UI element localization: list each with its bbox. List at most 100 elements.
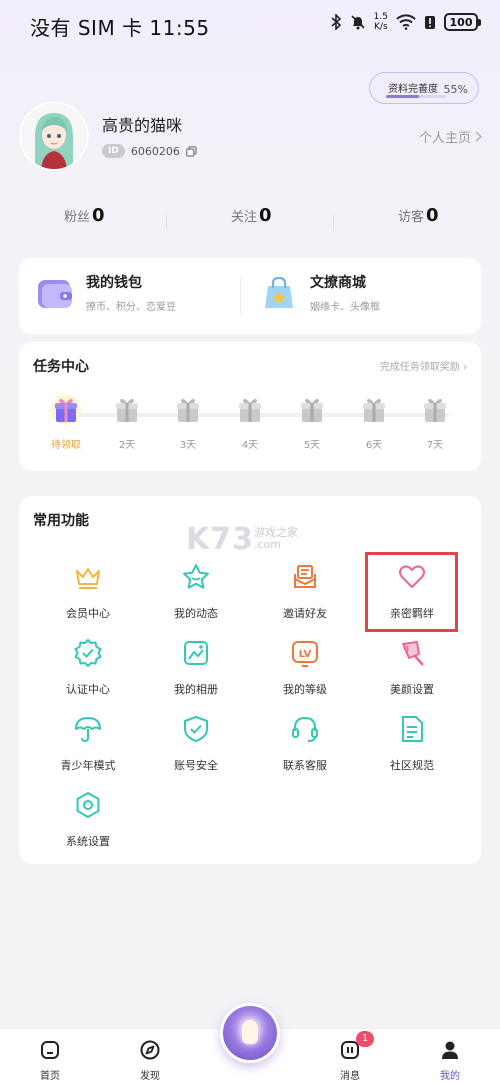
stat-value: 0 <box>259 205 272 226</box>
profile-completeness[interactable]: 资料完善度 55% <box>369 72 479 104</box>
umbrella-icon <box>75 717 101 743</box>
func-teen-mode[interactable]: 青少年模式 <box>38 714 138 773</box>
task-day-7[interactable]: 7天 <box>413 394 457 451</box>
func-beauty-settings[interactable]: 美颜设置 <box>362 638 462 697</box>
task-day-5[interactable]: 5天 <box>290 394 334 451</box>
func-label: 青少年模式 <box>60 759 116 772</box>
avatar[interactable] <box>19 101 89 171</box>
task-day-label: 3天 <box>179 440 197 451</box>
network-speed: 1.5 K/s <box>373 12 388 32</box>
func-label: 我的动态 <box>174 607 218 620</box>
battery-icon: 100 <box>444 13 481 31</box>
user-id: 6060206 <box>130 144 180 158</box>
nav-label: 消息 <box>340 1071 360 1082</box>
task-day-1[interactable]: 待领取 <box>44 394 88 451</box>
wallet-icon <box>38 279 72 308</box>
gift-active-icon <box>51 395 81 425</box>
compass-icon <box>140 1040 160 1060</box>
completeness-label: 资料完善度 <box>388 84 438 95</box>
nav-mine[interactable]: 我的 <box>420 1039 480 1082</box>
stat-fans[interactable]: 粉丝 0 <box>64 205 105 226</box>
wallet-entry[interactable]: 我的钱包 撩币、积分、恋爱豆 <box>36 272 176 313</box>
stat-visitors[interactable]: 访客 0 <box>398 205 439 226</box>
task-day-2[interactable]: 2天 <box>105 394 149 451</box>
gift-icon <box>301 398 323 422</box>
func-label: 我的相册 <box>174 683 218 696</box>
carrier-and-time: 没有 SIM 卡 11:55 <box>30 16 210 40</box>
func-community-rules[interactable]: 社区规范 <box>362 714 462 773</box>
chevron-right-icon <box>475 131 482 142</box>
completeness-progress-bar <box>386 95 446 98</box>
stat-divider <box>333 215 334 229</box>
document-icon <box>402 716 423 742</box>
task-link-label: 完成任务领取奖励 <box>379 362 460 373</box>
task-day-6[interactable]: 6天 <box>352 394 396 451</box>
nav-messages[interactable]: 消息 1 <box>320 1031 380 1082</box>
shield-check-icon <box>184 716 208 742</box>
copy-icon[interactable] <box>186 145 197 157</box>
highlight-annotation-box <box>365 552 458 632</box>
nav-discover[interactable]: 发现 <box>120 1039 180 1082</box>
mall-entry[interactable]: 文撩商城 姻缘卡、头像框 <box>260 272 380 313</box>
func-label: 会员中心 <box>66 607 110 620</box>
mute-bell-icon <box>351 15 365 30</box>
profile-homepage-link[interactable]: 个人主页 <box>419 127 482 146</box>
func-member-center[interactable]: 会员中心 <box>38 562 138 621</box>
task-day-label: 5天 <box>303 440 321 451</box>
stat-label: 关注 <box>231 210 258 225</box>
crown-icon <box>76 568 100 589</box>
completeness-progress-fill <box>386 95 419 98</box>
home-icon <box>41 1041 59 1059</box>
task-day-label: 6天 <box>365 440 383 451</box>
completeness-value: 55% <box>443 83 468 96</box>
headset-icon <box>292 716 318 742</box>
task-day-label: 7天 <box>426 440 444 451</box>
center-action-button[interactable] <box>220 1003 280 1063</box>
shopping-bag-icon <box>265 276 293 308</box>
func-label: 账号安全 <box>174 759 218 772</box>
func-account-security[interactable]: 账号安全 <box>146 714 246 773</box>
func-my-level[interactable]: LV 我的等级 <box>255 638 355 697</box>
stat-label: 访客 <box>398 210 425 225</box>
func-label: 邀请好友 <box>283 607 327 620</box>
gift-icon <box>363 398 385 422</box>
profile-icon <box>442 1041 458 1059</box>
user-id-row: ID 6060206 <box>102 144 197 158</box>
nav-home[interactable]: 首页 <box>20 1039 80 1082</box>
status-icons: 1.5 K/s 100 <box>330 12 481 32</box>
task-day-3[interactable]: 3天 <box>166 394 210 451</box>
gift-icon <box>177 398 199 422</box>
mall-title: 文撩商城 <box>310 275 366 291</box>
wallet-title: 我的钱包 <box>86 275 142 291</box>
task-day-label: 2天 <box>118 440 136 451</box>
stat-value: 0 <box>92 205 105 226</box>
envelope-icon <box>294 565 316 588</box>
func-my-moments[interactable]: 我的动态 <box>146 562 246 621</box>
gift-icon <box>239 398 261 422</box>
task-center-title: 任务中心 <box>33 359 89 375</box>
wallet-divider <box>240 276 241 316</box>
func-customer-service[interactable]: 联系客服 <box>255 714 355 773</box>
status-bar: 没有 SIM 卡 11:55 1.5 K/s 100 <box>0 0 500 50</box>
func-my-album[interactable]: 我的相册 <box>146 638 246 697</box>
func-system-settings[interactable]: 系统设置 <box>38 790 138 849</box>
stat-following[interactable]: 关注 0 <box>231 205 272 226</box>
func-label: 联系客服 <box>283 759 327 772</box>
verified-badge-icon <box>74 639 102 667</box>
avatar-illustration <box>21 103 87 169</box>
task-center-card: 任务中心 完成任务领取奖励 › 待领取 2天 3天 4天 5天 6天 7天 <box>19 342 481 471</box>
wallet-card: 我的钱包 撩币、积分、恋爱豆 文撩商城 姻缘卡、头像框 <box>19 258 481 334</box>
wifi-icon <box>396 14 416 30</box>
watermark-logo: K73 <box>186 522 254 557</box>
func-invite-friends[interactable]: 邀请好友 <box>255 562 355 621</box>
func-label: 社区规范 <box>390 759 434 772</box>
wallet-subtitle: 撩币、积分、恋爱豆 <box>86 302 176 313</box>
mall-subtitle: 姻缘卡、头像框 <box>310 302 380 313</box>
star-icon <box>183 564 209 589</box>
func-label: 认证中心 <box>66 683 110 696</box>
username: 高贵的猫咪 <box>102 116 183 135</box>
task-day-4[interactable]: 4天 <box>228 394 272 451</box>
func-label: 美颜设置 <box>390 683 434 696</box>
task-reward-link[interactable]: 完成任务领取奖励 › <box>380 358 467 373</box>
func-verification-center[interactable]: 认证中心 <box>38 638 138 697</box>
